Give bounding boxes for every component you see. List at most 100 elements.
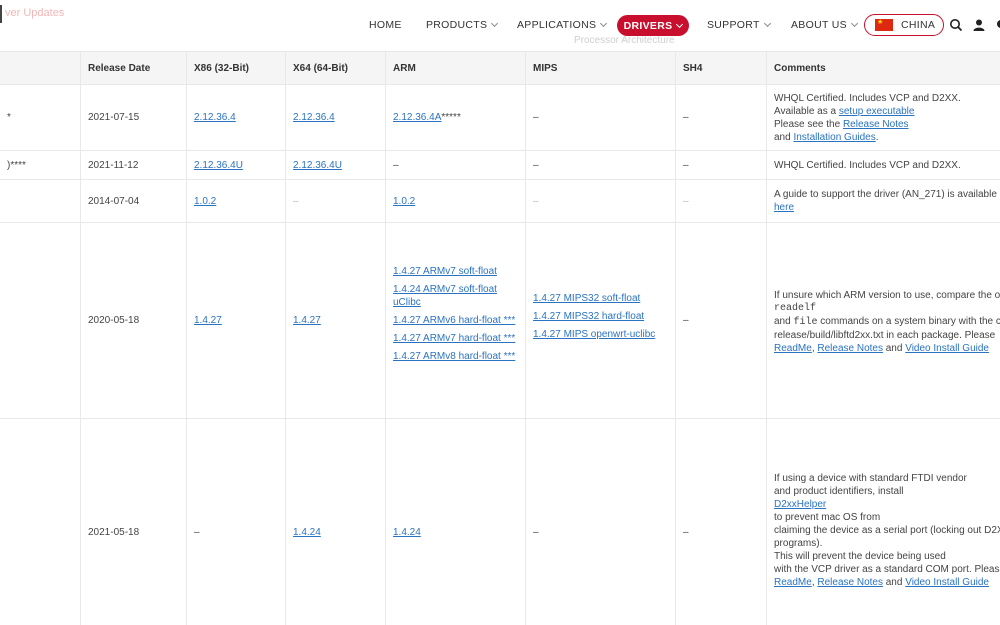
nav-about-us[interactable]: ABOUT US <box>791 19 858 31</box>
x64-cell: 1.4.24 <box>286 419 386 625</box>
search-icon[interactable] <box>949 18 963 32</box>
x64-driver-link[interactable]: 1.4.27 <box>293 315 321 326</box>
comment-code: file <box>793 317 818 328</box>
x64-driver-link[interactable]: 1.4.24 <box>293 527 321 538</box>
comments-cell: WHQL Certified. Includes VCP and D2XX. <box>774 159 961 171</box>
comment-line: with the VCP driver as a standard COM po… <box>774 564 1000 575</box>
mips-cell: 1.4.27 MIPS32 soft-float 1.4.27 MIPS32 h… <box>526 223 676 418</box>
os-cell <box>0 180 81 222</box>
arm-cell: – <box>386 151 526 179</box>
x64-cell: – <box>286 180 386 222</box>
table-row: 2020-05-18 1.4.27 1.4.27 1.4.27 ARMv7 so… <box>0 223 1000 419</box>
arm-cell: 1.4.24 <box>386 419 526 625</box>
x64-driver-link[interactable]: 2.12.36.4U <box>293 160 342 171</box>
arm-cell: 1.0.2 <box>386 180 526 222</box>
x86-cell: 2.12.36.4U <box>187 151 286 179</box>
comment-line: WHQL Certified. Includes VCP and D2XX. <box>774 92 961 104</box>
mips-driver-link[interactable]: 1.4.27 MIPS openwrt-uclibc <box>533 328 655 341</box>
region-selector[interactable]: CHINA <box>864 14 944 36</box>
release-date: 2014-07-04 <box>81 180 187 222</box>
header-os <box>0 52 81 84</box>
comment-line: and product identifiers, install <box>774 486 904 497</box>
header-arm: ARM <box>386 52 526 84</box>
chevron-down-icon <box>600 19 608 28</box>
x86-driver-link[interactable]: 1.4.27 <box>194 315 222 326</box>
arm-footnote-mark: ***** <box>441 112 461 123</box>
release-date: 2020-05-18 <box>81 223 187 418</box>
nav-applications[interactable]: APPLICATIONS <box>517 19 608 31</box>
arm-driver-link[interactable]: 1.0.2 <box>393 196 415 207</box>
video-install-guide-link[interactable]: Video Install Guide <box>905 343 989 354</box>
d2xxhelper-link[interactable]: D2xxHelper <box>774 499 826 510</box>
x86-driver-link[interactable]: 2.12.36.4 <box>194 112 236 123</box>
nav-home[interactable]: HOME <box>369 19 402 31</box>
header-x64: X64 (64-Bit) <box>286 52 386 84</box>
comment-line: programs). <box>774 538 823 549</box>
arm-driver-link[interactable]: 1.4.27 ARMv8 hard-float *** <box>393 350 515 363</box>
chevron-down-icon <box>850 19 858 28</box>
readme-link[interactable]: ReadMe <box>774 343 812 354</box>
readme-link[interactable]: ReadMe <box>774 577 812 588</box>
arm-driver-link[interactable]: 1.4.27 ARMv6 hard-float *** <box>393 314 515 327</box>
nav-drivers[interactable]: DRIVERS <box>617 15 689 36</box>
comment-line: to prevent mac OS from <box>774 512 881 523</box>
sh4-cell: – <box>676 419 767 625</box>
x86-driver-link[interactable]: 2.12.36.4U <box>194 160 243 171</box>
header-x86: X86 (32-Bit) <box>187 52 286 84</box>
arm-driver-link[interactable]: 2.12.36.4A <box>393 112 441 123</box>
arm-driver-link[interactable]: 1.4.24 ARMv7 soft-float uClibc <box>393 283 508 309</box>
site-header: ver Updates Processor Architecture HOME … <box>0 0 1000 52</box>
comment-line: D2xxHelper <box>774 498 1000 511</box>
release-notes-link[interactable]: Release Notes <box>817 343 883 354</box>
comment-line: A guide to support the driver (AN_271) i… <box>774 189 997 200</box>
chevron-down-icon <box>491 19 499 28</box>
comment-code: readelf <box>774 303 817 314</box>
logo-edge[interactable] <box>0 5 2 23</box>
x86-cell: 1.4.27 <box>187 223 286 418</box>
chevron-down-icon <box>676 20 684 28</box>
comment-line: and file commands on a system binary wit… <box>774 316 1000 328</box>
here-link[interactable]: here <box>774 202 794 213</box>
mips-cell: – <box>526 85 676 150</box>
x64-cell: 2.12.36.4 <box>286 85 386 150</box>
installation-guides-link[interactable]: Installation Guides <box>793 132 875 143</box>
header-mips: MIPS <box>526 52 676 84</box>
os-cell <box>0 419 81 625</box>
comment-line: here <box>774 201 997 214</box>
comments-cell: A guide to support the driver (AN_271) i… <box>767 180 1000 222</box>
x64-cell: 1.4.27 <box>286 223 386 418</box>
table-header-row: Release Date X86 (32-Bit) X64 (64-Bit) A… <box>0 52 1000 85</box>
mips-driver-link[interactable]: 1.4.27 MIPS32 soft-float <box>533 292 655 305</box>
comment-line: ReadMe, Release Notes and Video Install … <box>774 343 989 354</box>
arm-driver-link[interactable]: 1.4.27 ARMv7 soft-float <box>393 265 515 278</box>
mips-cell: – <box>526 419 676 625</box>
arm-cell: 2.12.36.4A ***** <box>386 85 526 150</box>
comment-line: If using a device with standard FTDI ven… <box>774 473 967 484</box>
nav-products[interactable]: PRODUCTS <box>426 19 499 31</box>
comment-line: Please see the Release Notes <box>774 118 909 130</box>
mips-cell: – <box>526 151 676 179</box>
comment-line: This will prevent the device being used <box>774 551 946 562</box>
china-flag-icon <box>875 18 893 31</box>
release-notes-link[interactable]: Release Notes <box>817 577 883 588</box>
location-icon[interactable] <box>994 18 1000 32</box>
x86-driver-link[interactable]: 1.0.2 <box>194 196 216 207</box>
x64-driver-link[interactable]: 2.12.36.4 <box>293 112 335 123</box>
release-date: 2021-11-12 <box>81 151 187 179</box>
table-row: )**** 2021-11-12 2.12.36.4U 2.12.36.4U –… <box>0 151 1000 180</box>
mips-driver-link[interactable]: 1.4.27 MIPS32 hard-float <box>533 310 655 323</box>
comment-line: release/build/libftd2xx.txt in each pack… <box>774 330 996 341</box>
comments-cell: If unsure which ARM version to use, comp… <box>767 223 1000 418</box>
ghost-subtitle: Processor Architecture <box>574 35 675 46</box>
table-row: 2021-05-18 – 1.4.24 1.4.24 – – If using … <box>0 419 1000 625</box>
nav-support[interactable]: SUPPORT <box>707 19 771 31</box>
user-icon[interactable] <box>972 18 986 32</box>
arm-driver-link[interactable]: 1.4.27 ARMv7 hard-float *** <box>393 332 515 345</box>
comment-line: claiming the device as a serial port (lo… <box>774 525 1000 536</box>
release-notes-link[interactable]: Release Notes <box>843 119 909 130</box>
release-date: 2021-05-18 <box>81 419 187 625</box>
setup-executable-link[interactable]: setup executable <box>839 106 915 117</box>
arm-driver-link[interactable]: 1.4.24 <box>393 527 421 538</box>
x64-cell: 2.12.36.4U <box>286 151 386 179</box>
video-install-guide-link[interactable]: Video Install Guide <box>905 577 989 588</box>
